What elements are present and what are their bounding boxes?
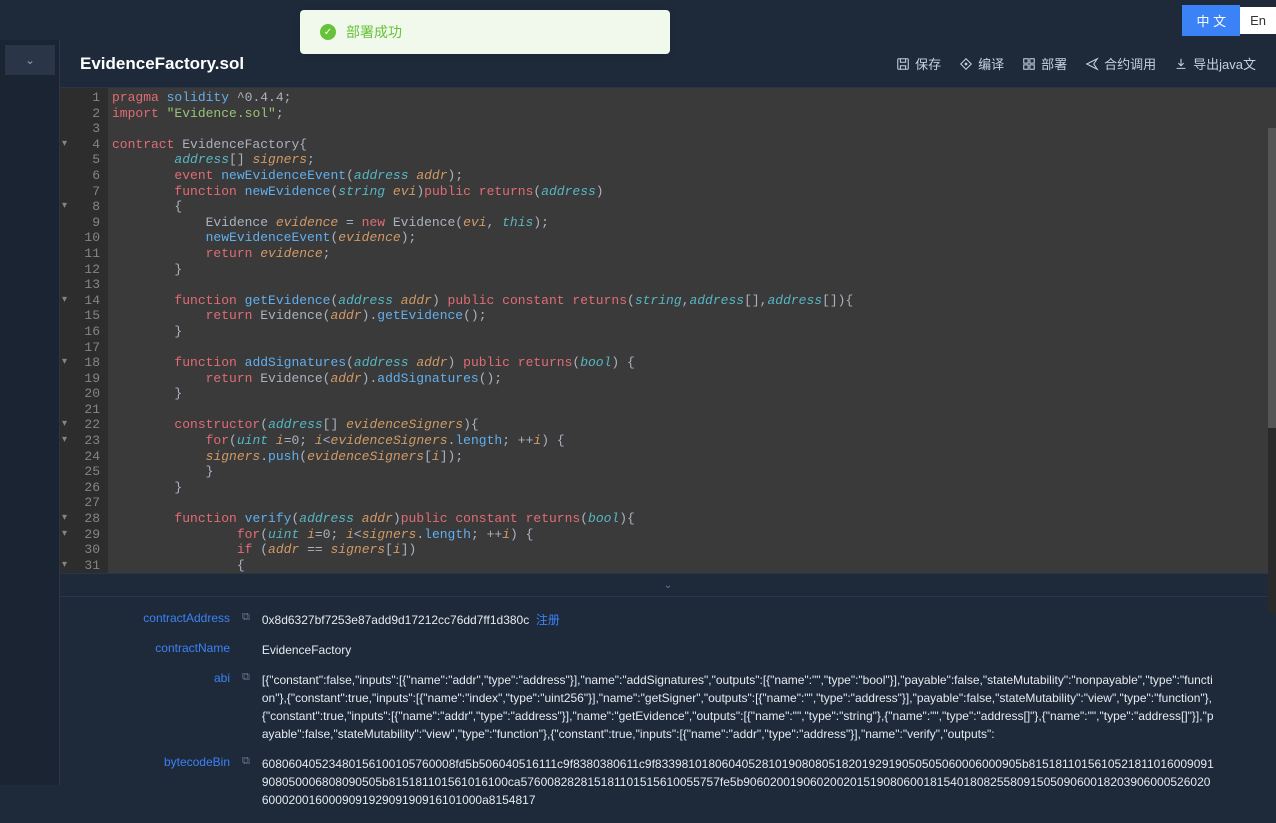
code-editor[interactable]: 1234▾5678▾91011121314▾15161718▾19202122▾… (60, 88, 1276, 573)
contract-address-label: contractAddress (130, 611, 230, 625)
save-button[interactable]: 保存 (896, 54, 941, 73)
chevron-down-icon: ⌄ (664, 580, 672, 591)
deploy-icon (1022, 57, 1036, 71)
bytecode-label: bytecodeBin (130, 755, 230, 769)
lang-en-button[interactable]: En (1240, 7, 1276, 34)
code-area[interactable]: pragma solidity ^0.4.4;import "Evidence.… (108, 88, 1276, 573)
save-label: 保存 (915, 54, 941, 73)
save-icon (896, 57, 910, 71)
contract-address-value: 0x8d6327bf7253e87add9d17212cc76dd7ff1d38… (262, 611, 1216, 629)
chevron-down-icon: ⌄ (25, 53, 35, 67)
deploy-label: 部署 (1041, 54, 1067, 73)
download-icon (1174, 57, 1188, 71)
contract-name-label: contractName (130, 641, 230, 655)
compile-label: 编译 (978, 54, 1004, 73)
register-link[interactable]: 注册 (536, 613, 560, 627)
left-sidebar: ⌄ (0, 40, 60, 785)
lang-cn-button[interactable]: 中 文 (1182, 5, 1240, 36)
deploy-button[interactable]: 部署 (1022, 54, 1067, 73)
vertical-scrollbar[interactable] (1268, 128, 1276, 613)
deploy-success-notification: ✓ 部署成功 (300, 10, 670, 54)
copy-icon[interactable]: ⧉ (242, 611, 250, 624)
invoke-button[interactable]: 合约调用 (1085, 54, 1156, 73)
copy-icon[interactable]: ⧉ (242, 755, 250, 768)
invoke-label: 合约调用 (1104, 54, 1156, 73)
scrollbar-thumb[interactable] (1268, 128, 1276, 428)
notification-text: 部署成功 (346, 22, 402, 42)
export-java-button[interactable]: 导出java文 (1174, 54, 1256, 73)
file-title: EvidenceFactory.sol (80, 54, 244, 74)
compile-icon (959, 57, 973, 71)
copy-icon[interactable]: ⧉ (242, 671, 250, 684)
export-label: 导出java文 (1193, 54, 1256, 73)
abi-label: abi (130, 671, 230, 685)
abi-value: [{"constant":false,"inputs":[{"name":"ad… (262, 671, 1216, 743)
bytecode-value: 60806040523480156100105760008fd5b5060405… (262, 755, 1216, 809)
send-icon (1085, 57, 1099, 71)
sidebar-dropdown[interactable]: ⌄ (5, 45, 55, 75)
contract-info-panel: contractAddress ⧉ 0x8d6327bf7253e87add9d… (60, 597, 1276, 823)
check-icon: ✓ (320, 24, 336, 40)
contract-name-value: EvidenceFactory (262, 641, 1216, 659)
compile-button[interactable]: 编译 (959, 54, 1004, 73)
panel-divider[interactable]: ⌄ (60, 573, 1276, 597)
line-gutter: 1234▾5678▾91011121314▾15161718▾19202122▾… (60, 88, 108, 573)
